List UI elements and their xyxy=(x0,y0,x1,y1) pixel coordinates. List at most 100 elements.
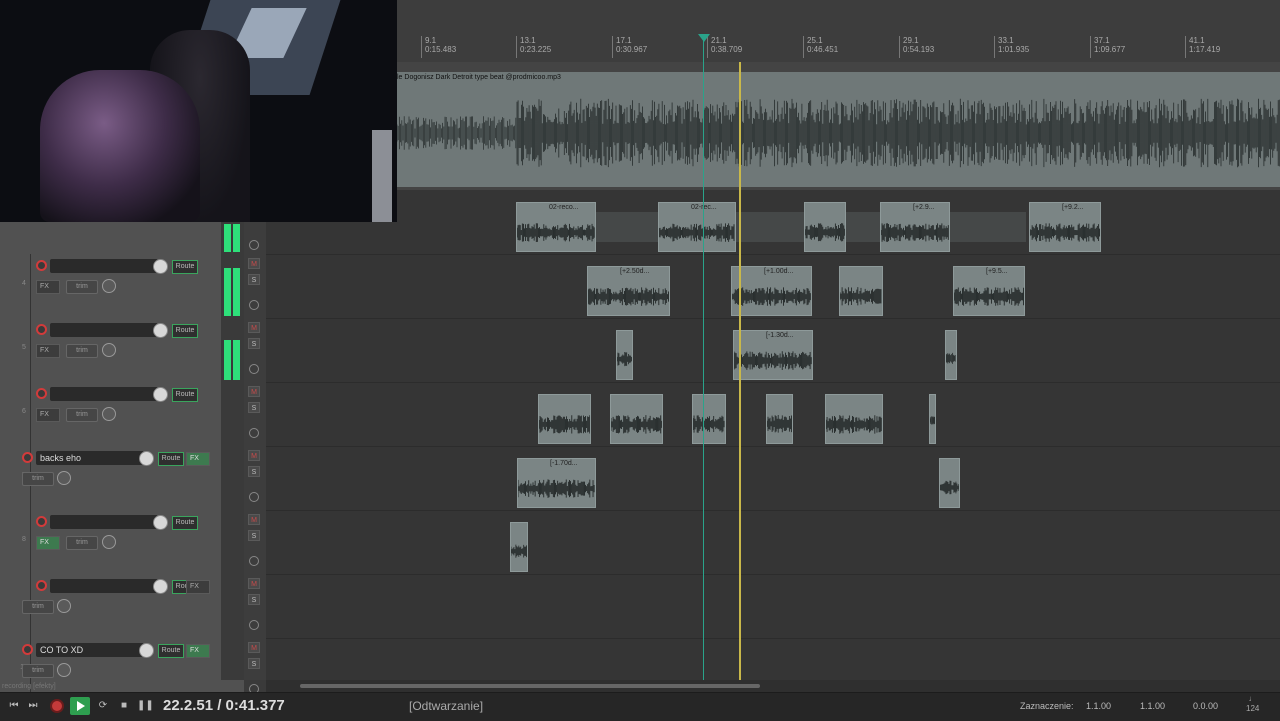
mute-button[interactable]: M xyxy=(248,514,260,525)
phase-icon[interactable] xyxy=(249,492,259,502)
mute-button[interactable]: M xyxy=(248,578,260,589)
audio-item[interactable]: 02-reco... xyxy=(516,202,596,252)
selection-start[interactable]: 1.1.00 xyxy=(1086,701,1111,711)
fx-button[interactable]: FX xyxy=(36,536,60,550)
pan-knob[interactable] xyxy=(57,599,71,613)
volume-knob[interactable] xyxy=(139,451,154,466)
trim-button[interactable]: trim xyxy=(22,664,54,678)
audio-item[interactable]: [+2.50d... xyxy=(587,266,670,316)
audio-item[interactable] xyxy=(510,522,528,572)
arrange-view[interactable]: 02-reco... 02-rec... [+2.9... [+9.2... [+2.5… xyxy=(266,190,1280,680)
phase-icon[interactable] xyxy=(249,300,259,310)
record-arm-button[interactable] xyxy=(36,516,47,527)
pan-knob[interactable] xyxy=(102,343,116,357)
audio-item[interactable] xyxy=(610,394,663,444)
route-button[interactable]: Route xyxy=(158,452,184,466)
track-row[interactable]: 6 Route FX trim xyxy=(0,382,244,447)
track-name-field[interactable] xyxy=(50,259,158,273)
phase-icon[interactable] xyxy=(249,240,259,250)
pause-icon[interactable]: ❚❚ xyxy=(137,699,154,713)
record-button[interactable] xyxy=(50,699,64,713)
playhead-marker[interactable] xyxy=(698,34,710,42)
audio-item[interactable] xyxy=(825,394,883,444)
audio-item[interactable] xyxy=(766,394,793,444)
audio-item[interactable] xyxy=(945,330,957,380)
record-arm-button[interactable] xyxy=(22,644,33,655)
pan-knob[interactable] xyxy=(102,535,116,549)
go-to-end-icon[interactable]: ⏭ xyxy=(26,699,40,713)
audio-item[interactable] xyxy=(839,266,883,316)
track-name-field[interactable] xyxy=(50,323,158,337)
track-name-field[interactable]: backs eho xyxy=(36,451,144,465)
track-name-field[interactable]: CO TO XD xyxy=(36,643,144,657)
trim-button[interactable]: trim xyxy=(66,280,98,294)
repeat-icon[interactable]: ⟳ xyxy=(96,699,110,713)
tempo-display[interactable]: ♩ 124 xyxy=(1246,694,1259,714)
route-button[interactable]: Route xyxy=(172,516,198,530)
trim-button[interactable]: trim xyxy=(22,600,54,614)
fx-button[interactable]: FX xyxy=(186,644,210,658)
trim-button[interactable]: trim xyxy=(66,408,98,422)
route-button[interactable]: Route xyxy=(172,388,198,402)
solo-button[interactable]: S xyxy=(248,402,260,413)
mute-button[interactable]: M xyxy=(248,322,260,333)
selection-length[interactable]: 0.0.00 xyxy=(1193,701,1218,711)
fx-button[interactable]: FX xyxy=(36,408,60,422)
mute-button[interactable]: M xyxy=(248,642,260,653)
audio-item[interactable]: [-1.70d... xyxy=(517,458,596,508)
volume-knob[interactable] xyxy=(153,579,168,594)
solo-button[interactable]: S xyxy=(248,594,260,605)
audio-item[interactable] xyxy=(616,330,633,380)
mute-button[interactable]: M xyxy=(248,450,260,461)
audio-item[interactable]: [+2.9... xyxy=(880,202,950,252)
fx-button[interactable]: FX xyxy=(186,580,210,594)
track-row[interactable]: 5 Route FX trim xyxy=(0,318,244,383)
audio-item[interactable]: [+1.00d... xyxy=(731,266,812,316)
record-arm-button[interactable] xyxy=(36,580,47,591)
fx-button[interactable]: FX xyxy=(186,452,210,466)
go-to-start-icon[interactable]: ⏮ xyxy=(7,699,21,713)
stop-icon[interactable]: ■ xyxy=(117,699,131,713)
record-arm-button[interactable] xyxy=(22,452,33,463)
trim-button[interactable]: trim xyxy=(22,472,54,486)
trim-button[interactable]: trim xyxy=(66,344,98,358)
volume-knob[interactable] xyxy=(153,515,168,530)
track-name-field[interactable] xyxy=(50,579,158,593)
pan-knob[interactable] xyxy=(57,663,71,677)
track-row[interactable]: 4 Route FX trim xyxy=(0,254,244,319)
record-arm-button[interactable] xyxy=(36,388,47,399)
beat-track-lane[interactable]: le Dogonisz Dark Detroit type beat @prod… xyxy=(397,62,1280,190)
phase-icon[interactable] xyxy=(249,556,259,566)
beat-media-item[interactable]: le Dogonisz Dark Detroit type beat @prod… xyxy=(397,72,1280,187)
volume-knob[interactable] xyxy=(153,323,168,338)
solo-button[interactable]: S xyxy=(248,338,260,349)
trim-button[interactable]: trim xyxy=(66,536,98,550)
track-name-field[interactable] xyxy=(50,515,158,529)
route-button[interactable]: Route xyxy=(172,260,198,274)
mute-button[interactable]: M xyxy=(248,386,260,397)
volume-knob[interactable] xyxy=(153,259,168,274)
phase-icon[interactable] xyxy=(249,364,259,374)
track-name-field[interactable] xyxy=(50,387,158,401)
audio-item[interactable]: [+9.5... xyxy=(953,266,1025,316)
mute-button[interactable]: M xyxy=(248,258,260,269)
pan-knob[interactable] xyxy=(102,407,116,421)
audio-item[interactable]: 02-rec... xyxy=(658,202,736,252)
track-row[interactable]: 9RouteFXtrim xyxy=(0,574,244,639)
timeline-ruler[interactable]: 9.1 0:15.483 13.1 0:23.225 17.1 0:30.967 21… xyxy=(397,0,1280,63)
audio-item[interactable] xyxy=(929,394,936,444)
route-button[interactable]: Route xyxy=(172,324,198,338)
record-arm-button[interactable] xyxy=(36,324,47,335)
fx-button[interactable]: FX xyxy=(36,344,60,358)
audio-item[interactable]: [-1.30d... xyxy=(733,330,813,380)
solo-button[interactable]: S xyxy=(248,530,260,541)
volume-knob[interactable] xyxy=(153,387,168,402)
solo-button[interactable]: S xyxy=(248,658,260,669)
audio-item[interactable]: [+9.2... xyxy=(1029,202,1101,252)
track-row[interactable]: 8 Route FX trim xyxy=(0,510,244,575)
audio-item[interactable] xyxy=(804,202,846,252)
scrollbar-thumb[interactable] xyxy=(300,684,760,688)
selection-end[interactable]: 1.1.00 xyxy=(1140,701,1165,711)
solo-button[interactable]: S xyxy=(248,274,260,285)
play-button[interactable] xyxy=(70,697,90,715)
